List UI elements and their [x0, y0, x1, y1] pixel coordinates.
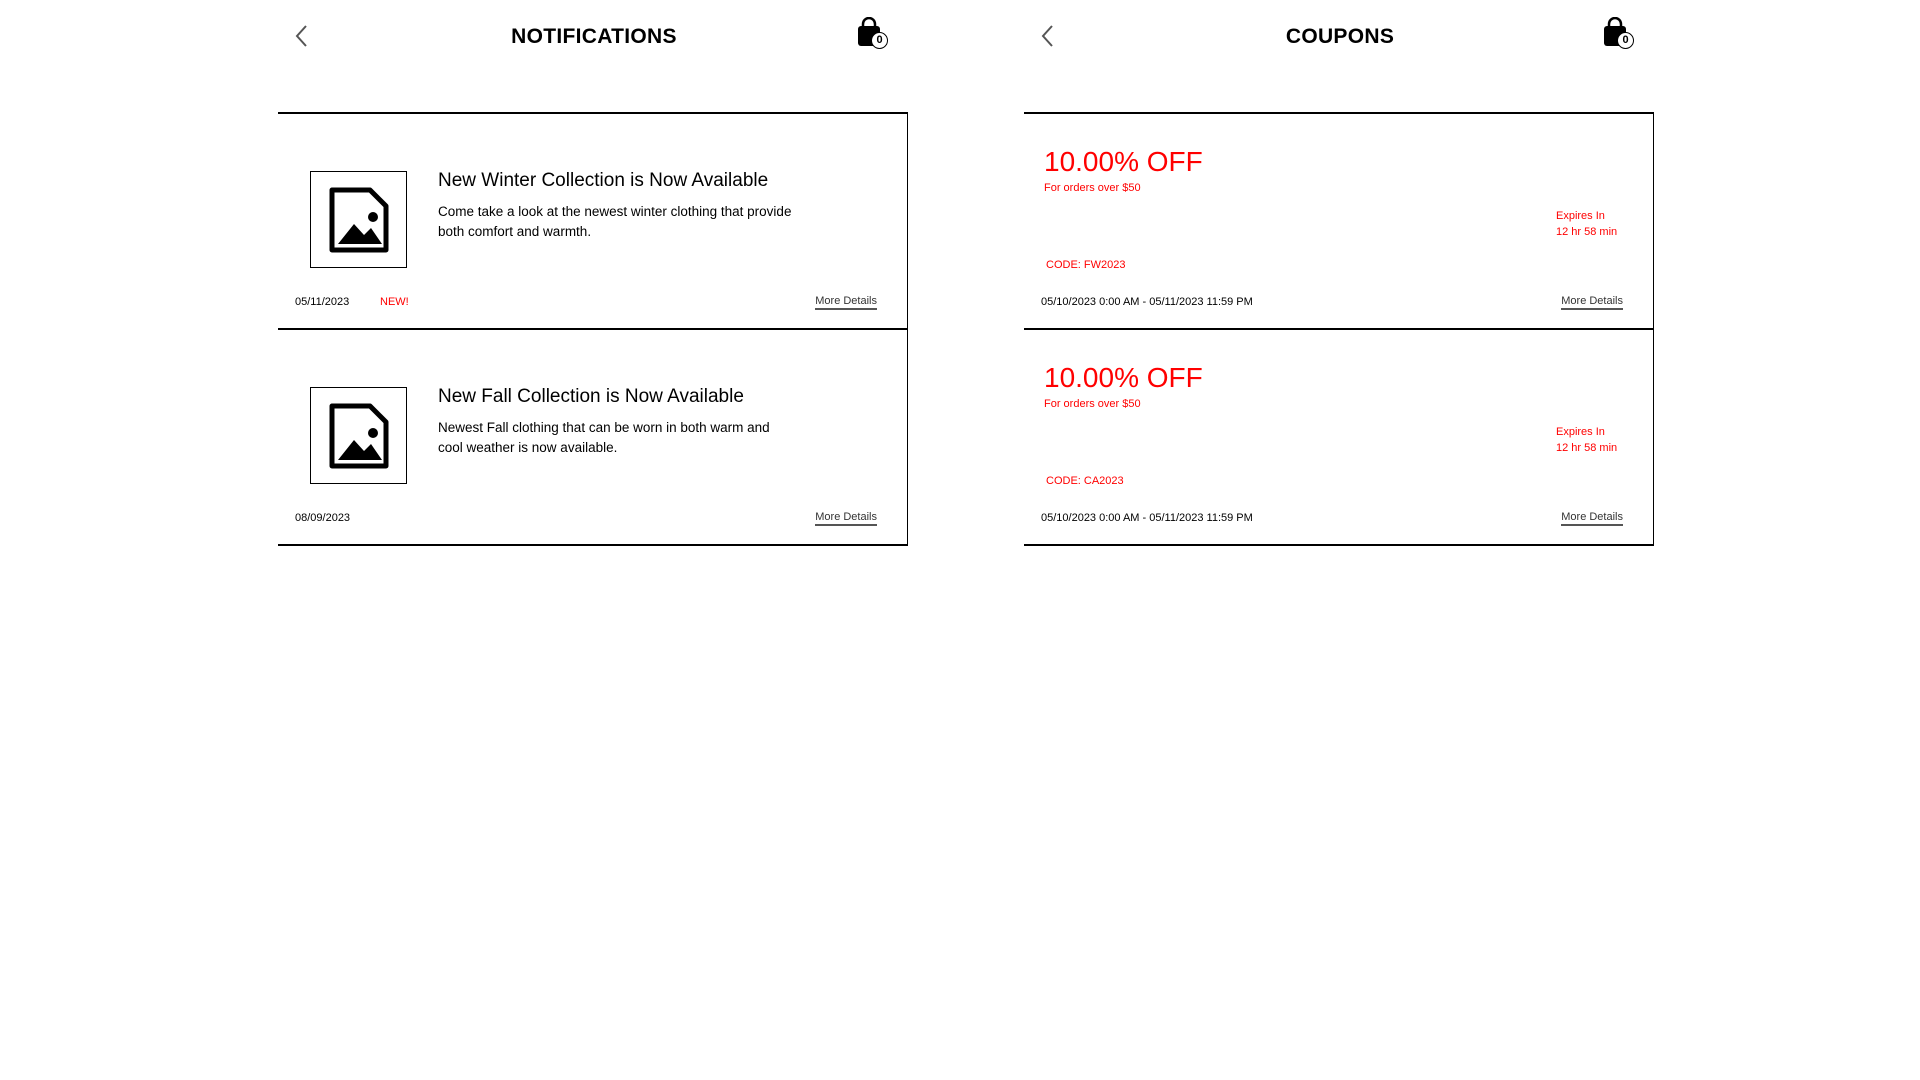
coupon-minimum: For orders over $50	[1044, 398, 1141, 410]
notification-description: Newest Fall clothing that can be worn in…	[438, 420, 770, 455]
coupon-discount: 10.00% OFF	[1044, 146, 1203, 177]
more-details-link[interactable]: More Details	[815, 511, 877, 526]
image-placeholder-icon	[329, 403, 388, 468]
coupon-valid-range: 05/10/2023 0:00 AM - 05/11/2023 11:59 PM	[1041, 512, 1253, 524]
notification-card[interactable]: New Fall Collection is Now Available New…	[278, 328, 908, 546]
more-details-link[interactable]: More Details	[815, 295, 877, 310]
shopping-bag-button[interactable]: 0	[1601, 16, 1637, 53]
image-placeholder-icon	[329, 187, 388, 252]
coupon-code: CODE: FW2023	[1046, 259, 1126, 271]
coupon-expiry: Expires In 12 hr 58 min	[1556, 424, 1617, 456]
bag-count-badge: 0	[871, 32, 888, 49]
coupon-code: CODE: CA2023	[1046, 475, 1124, 487]
more-details-link[interactable]: More Details	[1561, 511, 1623, 526]
coupon-card[interactable]: 10.00% OFF For orders over $50 Expires I…	[1024, 112, 1654, 328]
notification-description: Come take a look at the newest winter cl…	[438, 204, 792, 239]
coupon-minimum: For orders over $50	[1044, 182, 1141, 194]
page-title: COUPONS	[1285, 25, 1395, 48]
page-title: NOTIFICATIONS	[511, 25, 677, 48]
notification-thumbnail	[310, 171, 407, 268]
more-details-link[interactable]: More Details	[1561, 295, 1623, 310]
notification-title: New Winter Collection is Now Available	[438, 170, 769, 191]
notification-title: New Fall Collection is Now Available	[438, 386, 744, 407]
notifications-header: NOTIFICATIONS 0	[278, 0, 910, 112]
coupon-discount: 10.00% OFF	[1044, 362, 1203, 393]
coupon-card[interactable]: 10.00% OFF For orders over $50 Expires I…	[1024, 328, 1654, 546]
expires-label: Expires In	[1556, 426, 1605, 438]
notification-list: New Winter Collection is Now Available C…	[278, 112, 908, 546]
notification-date: 05/11/2023	[295, 296, 350, 308]
notification-card[interactable]: New Winter Collection is Now Available C…	[278, 112, 908, 328]
notification-date: 08/09/2023	[295, 512, 351, 524]
expires-value: 12 hr 58 min	[1556, 226, 1618, 238]
coupon-list: 10.00% OFF For orders over $50 Expires I…	[1024, 112, 1654, 546]
coupon-expiry: Expires In 12 hr 58 min	[1556, 208, 1617, 240]
expires-label: Expires In	[1556, 210, 1605, 222]
notification-thumbnail	[310, 387, 407, 484]
coupons-header: COUPONS 0	[1024, 0, 1656, 112]
shopping-bag-button[interactable]: 0	[855, 16, 891, 53]
bag-count-badge: 0	[1617, 32, 1634, 49]
expires-value: 12 hr 58 min	[1556, 442, 1618, 454]
new-badge: NEW!	[380, 296, 409, 308]
coupon-valid-range: 05/10/2023 0:00 AM - 05/11/2023 11:59 PM	[1041, 296, 1253, 308]
